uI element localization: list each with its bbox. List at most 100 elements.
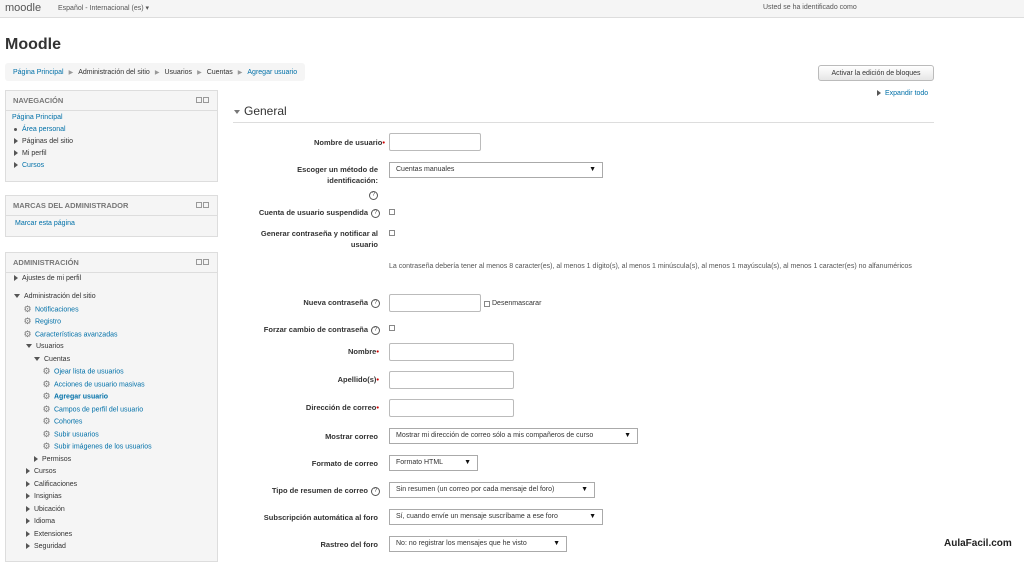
maildigest-select[interactable]: Sin resumen (un correo por cada mensaje …	[389, 482, 595, 498]
expand-all-link[interactable]: Expandir todo	[877, 90, 928, 97]
username-input[interactable]	[389, 133, 481, 151]
auth-method-select[interactable]: Cuentas manuales ▼	[389, 162, 603, 178]
breadcrumb-separator-icon: ▶	[197, 69, 202, 76]
generate-password-checkbox[interactable]	[389, 230, 395, 236]
breadcrumb-site-admin[interactable]: Administración del sitio	[78, 69, 150, 76]
maildisplay-select[interactable]: Mostrar mi dirección de correo sólo a mi…	[389, 428, 638, 444]
dock-icon[interactable]	[196, 97, 202, 103]
force-change-label-text: Forzar cambio de contraseña	[263, 325, 368, 334]
dock-icon[interactable]	[196, 202, 202, 208]
expand-triangle-icon	[34, 456, 38, 463]
admin-item-accounts[interactable]: Cuentas	[34, 355, 70, 365]
admin-item-label: Ubicación	[34, 506, 65, 513]
dropdown-arrow-icon: ▼	[464, 459, 471, 466]
bookmark-this-page-link[interactable]: Marcar esta página	[15, 219, 75, 229]
maildigest-value: Sin resumen (un correo por cada mensaje …	[396, 486, 555, 493]
lastname-label-text: Apellido(s)	[337, 375, 377, 384]
brand-logo[interactable]: moodle	[5, 2, 41, 14]
admin-item-permissions[interactable]: Permisos	[34, 455, 71, 465]
page-title: Moodle	[5, 36, 61, 53]
help-icon[interactable]: ?	[371, 325, 380, 335]
block-controls[interactable]	[196, 97, 209, 103]
admin-item-profile-settings[interactable]: Ajustes de mi perfil	[14, 274, 81, 284]
suspended-label-text: Cuenta de usuario suspendida	[258, 208, 368, 217]
collapse-icon[interactable]	[203, 259, 209, 265]
autosubscribe-value: Sí, cuando envíe un mensaje suscríbame a…	[396, 513, 558, 520]
dock-icon[interactable]	[196, 259, 202, 265]
admin-item-browse-users[interactable]: ⚙ Ojear lista de usuarios	[42, 366, 123, 377]
email-input[interactable]	[389, 399, 514, 417]
auth-method-label: Escoger un método de identificación:	[297, 165, 378, 185]
block-header: ADMINISTRACIÓN	[6, 253, 217, 273]
help-icon[interactable]: ?	[371, 298, 380, 308]
help-icon[interactable]: ?	[371, 486, 380, 496]
breadcrumb-users[interactable]: Usuarios	[164, 69, 192, 76]
autosubscribe-select[interactable]: Sí, cuando envíe un mensaje suscríbame a…	[389, 509, 603, 525]
admin-item-plugins[interactable]: Extensiones	[26, 530, 72, 540]
nav-item-site-pages[interactable]: Páginas del sitio	[14, 137, 73, 147]
collapse-icon[interactable]	[203, 97, 209, 103]
nav-item-courses[interactable]: Cursos	[14, 161, 44, 171]
help-icon[interactable]: ?	[371, 208, 380, 218]
admin-item-label: Registro	[35, 318, 62, 326]
turn-editing-on-button[interactable]: Activar la edición de bloques	[818, 65, 934, 81]
admin-item-profile-fields[interactable]: ⚙ Campos de perfil del usuario	[42, 405, 143, 415]
language-menu[interactable]: Español - Internacional (es) ▾	[58, 4, 149, 12]
admin-item-bulk-actions[interactable]: ⚙ Acciones de usuario masivas	[42, 379, 145, 390]
top-navbar: moodle Español - Internacional (es) ▾ Us…	[0, 0, 1024, 18]
breadcrumb: Página Principal ▶ Administración del si…	[5, 63, 306, 81]
nav-item-dashboard[interactable]: Área personal	[14, 125, 66, 135]
admin-item-location[interactable]: Ubicación	[26, 505, 65, 515]
nav-item-home[interactable]: Página Principal	[12, 113, 63, 123]
suspended-checkbox[interactable]	[389, 209, 395, 215]
admin-item-label: Idioma	[34, 518, 56, 525]
admin-item-badges[interactable]: Insignias	[26, 492, 62, 502]
breadcrumb-home[interactable]: Página Principal	[13, 69, 64, 76]
gear-icon: ⚙	[42, 416, 51, 426]
admin-item-registration[interactable]: ⚙ Registro	[23, 317, 61, 327]
admin-item-users[interactable]: Usuarios	[26, 342, 64, 352]
admin-item-notifications[interactable]: ⚙ Notificaciones	[23, 305, 79, 315]
breadcrumb-add-user[interactable]: Agregar usuario	[247, 69, 297, 76]
admin-item-upload-users[interactable]: ⚙ Subir usuarios	[42, 430, 98, 440]
admin-item-language[interactable]: Idioma	[26, 517, 55, 527]
admin-item-label: Notificaciones	[35, 306, 79, 314]
block-title: MARCAS DEL ADMINISTRADOR	[13, 201, 129, 210]
new-password-input[interactable]	[389, 294, 481, 312]
admin-item-label: Características avanzadas	[35, 331, 118, 339]
username-label-text: Nombre de usuario	[314, 138, 383, 147]
collapse-icon[interactable]	[203, 202, 209, 208]
force-change-checkbox[interactable]	[389, 325, 395, 331]
admin-item-upload-pictures[interactable]: ⚙ Subir imágenes de los usuarios	[42, 442, 151, 452]
nav-item-my-profile[interactable]: Mi perfil	[14, 149, 47, 159]
admin-item-label: Ajustes de mi perfil	[22, 275, 82, 282]
block-controls[interactable]	[196, 259, 209, 265]
section-general-header[interactable]: General	[234, 104, 287, 118]
admin-item-label: Cuentas	[44, 356, 71, 363]
gear-icon: ⚙	[42, 379, 51, 389]
maildigest-label: Tipo de resumen de correo?	[240, 485, 380, 496]
gear-icon: ⚙	[42, 366, 51, 376]
admin-item-grades[interactable]: Calificaciones	[26, 480, 77, 490]
collapse-triangle-icon	[26, 344, 32, 349]
admin-item-add-user[interactable]: ⚙ Agregar usuario	[42, 392, 108, 402]
block-controls[interactable]	[196, 202, 209, 208]
unmask-checkbox[interactable]	[484, 301, 490, 307]
breadcrumb-accounts[interactable]: Cuentas	[207, 69, 233, 76]
admin-item-courses[interactable]: Cursos	[26, 467, 56, 477]
auth-method-value: Cuentas manuales	[396, 166, 455, 173]
lastname-input[interactable]	[389, 371, 514, 389]
help-icon[interactable]: ?	[369, 190, 378, 200]
admin-item-label: Permisos	[42, 456, 72, 463]
admin-item-security[interactable]: Seguridad	[26, 542, 66, 552]
admin-item-site-admin[interactable]: Administración del sitio	[14, 292, 96, 302]
firstname-input[interactable]	[389, 343, 514, 361]
gear-icon: ⚙	[42, 404, 51, 414]
admin-item-cohorts[interactable]: ⚙ Cohortes	[42, 417, 82, 427]
admin-item-advanced-features[interactable]: ⚙ Características avanzadas	[23, 330, 117, 340]
bullet-icon	[14, 127, 17, 131]
unmask-label[interactable]: Desenmascarar	[492, 298, 572, 309]
mailformat-select[interactable]: Formato HTML ▼	[389, 455, 478, 471]
admin-item-label: Acciones de usuario masivas	[54, 381, 145, 389]
maildisplay-value: Mostrar mi dirección de correo sólo a mi…	[396, 432, 594, 439]
